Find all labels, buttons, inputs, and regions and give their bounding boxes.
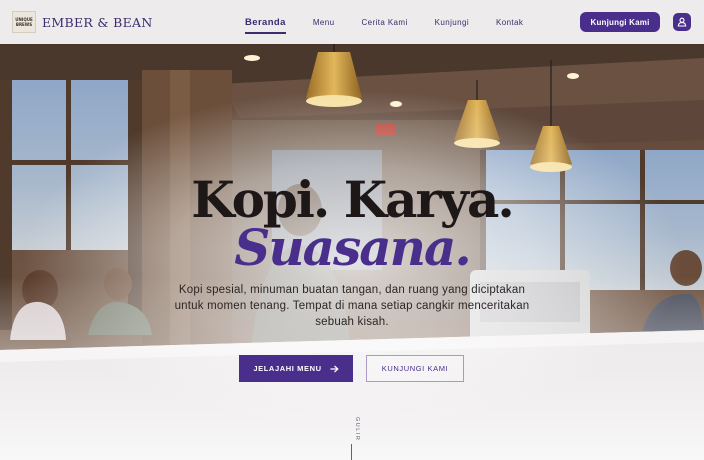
top-navigation-bar: UNIQUE BREWS EMBER & BEAN Beranda Menu C… — [0, 0, 704, 44]
visit-us-button[interactable]: Kunjungi Kami — [580, 12, 660, 32]
user-icon — [677, 17, 687, 27]
account-button[interactable] — [673, 13, 691, 31]
visit-us-secondary-button[interactable]: KUNJUNGI KAMI — [366, 355, 464, 382]
nav-item-beranda[interactable]: Beranda — [245, 17, 286, 34]
nav-item-cerita-kami[interactable]: Cerita Kami — [361, 18, 407, 27]
logo[interactable]: UNIQUE BREWS EMBER & BEAN — [12, 11, 153, 33]
explore-menu-button[interactable]: JELAJAHI MENU — [239, 355, 353, 382]
nav-item-kontak[interactable]: Kontak — [496, 18, 523, 27]
logo-mark-icon: UNIQUE BREWS — [12, 11, 36, 33]
brand-name: EMBER & BEAN — [42, 14, 153, 30]
explore-menu-label: JELAJAHI MENU — [253, 364, 322, 373]
scroll-indicator-line — [351, 444, 352, 460]
nav-item-menu[interactable]: Menu — [313, 18, 335, 27]
main-nav: Beranda Menu Cerita Kami Kunjungi Kontak — [245, 0, 550, 44]
logo-mark-line-2: BREWS — [15, 22, 33, 27]
hero-description: Kopi spesial, minuman buatan tangan, dan… — [174, 284, 530, 328]
nav-item-kunjungi[interactable]: Kunjungi — [435, 18, 469, 27]
arrow-right-icon — [330, 365, 339, 372]
scroll-indicator-label[interactable]: GULIR — [344, 417, 360, 441]
hero-title-line-2: Suasana. — [234, 218, 472, 277]
